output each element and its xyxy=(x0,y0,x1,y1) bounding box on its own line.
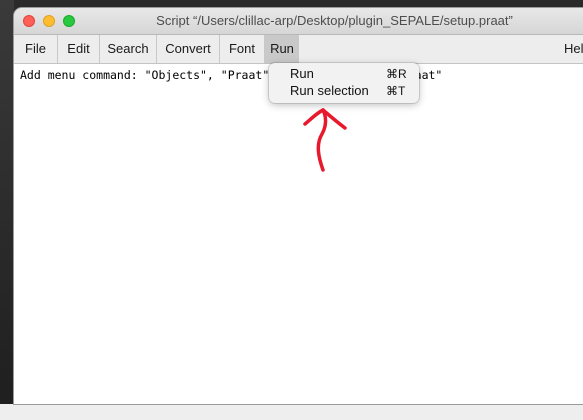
run-menu-dropdown: Run ⌘R Run selection ⌘T xyxy=(269,63,419,103)
title-bar[interactable]: Script “/Users/clillac-arp/Desktop/plugi… xyxy=(14,8,583,35)
menu-search[interactable]: Search xyxy=(100,35,157,63)
desktop-background-bottom xyxy=(0,404,583,420)
menu-file[interactable]: File xyxy=(14,35,58,63)
minimize-window-button[interactable] xyxy=(43,15,55,27)
menu-help[interactable]: Help xyxy=(564,35,583,63)
close-window-button[interactable] xyxy=(23,15,35,27)
annotation-arrow-icon xyxy=(303,108,347,172)
menu-bar: File Edit Search Convert Font Run Help xyxy=(14,35,583,64)
menu-item-run-selection-shortcut: ⌘T xyxy=(386,84,406,98)
zoom-window-button[interactable] xyxy=(63,15,75,27)
menu-run[interactable]: Run xyxy=(265,35,299,63)
menu-font[interactable]: Font xyxy=(220,35,265,63)
window-title: Script “/Users/clillac-arp/Desktop/plugi… xyxy=(156,13,513,28)
desktop-background xyxy=(0,0,14,420)
script-editor[interactable]: Add menu command: "Objects", "Praat" 0, … xyxy=(14,64,583,404)
code-line-start: Add menu command: "Objects", "Praat" xyxy=(20,68,270,82)
menu-edit[interactable]: Edit xyxy=(58,35,100,63)
menu-item-run-label: Run xyxy=(290,66,314,81)
menu-item-run[interactable]: Run ⌘R xyxy=(269,65,419,83)
menu-item-run-shortcut: ⌘R xyxy=(386,67,407,81)
menu-convert[interactable]: Convert xyxy=(157,35,220,63)
menu-item-run-selection[interactable]: Run selection ⌘T xyxy=(269,82,419,100)
menu-item-run-selection-label: Run selection xyxy=(290,83,369,98)
